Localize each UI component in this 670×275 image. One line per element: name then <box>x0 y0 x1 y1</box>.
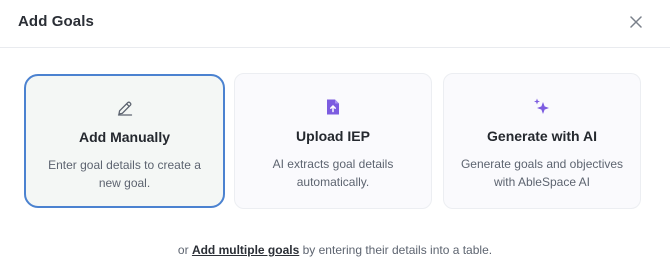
card-title: Upload IEP <box>296 128 370 144</box>
card-title: Generate with AI <box>487 128 597 144</box>
card-description: Generate goals and objectives with AbleS… <box>460 157 624 189</box>
footer-suffix: by entering their details into a table. <box>302 243 493 257</box>
upload-iep-card[interactable]: Upload IEP AI extracts goal details auto… <box>234 73 432 209</box>
card-title: Add Manually <box>78 129 170 145</box>
sparkle-icon <box>444 96 640 118</box>
card-description: Enter goal details to create a new goal. <box>48 158 201 190</box>
modal-header: Add Goals <box>0 0 670 48</box>
generate-with-ai-card[interactable]: Generate with AI Generate goals and obje… <box>443 73 641 209</box>
footer-hint: or Add multiple goals by entering their … <box>0 243 670 257</box>
footer-prefix: or <box>177 243 189 257</box>
close-icon <box>630 16 642 28</box>
close-button[interactable] <box>626 12 646 32</box>
card-description: AI extracts goal details automatically. <box>272 157 394 189</box>
pencil-icon <box>26 97 223 119</box>
add-manually-card[interactable]: Add Manually Enter goal details to creat… <box>24 74 225 208</box>
file-upload-icon <box>235 96 431 118</box>
modal-title: Add Goals <box>18 13 94 30</box>
add-multiple-goals-link[interactable]: Add multiple goals <box>192 243 299 257</box>
